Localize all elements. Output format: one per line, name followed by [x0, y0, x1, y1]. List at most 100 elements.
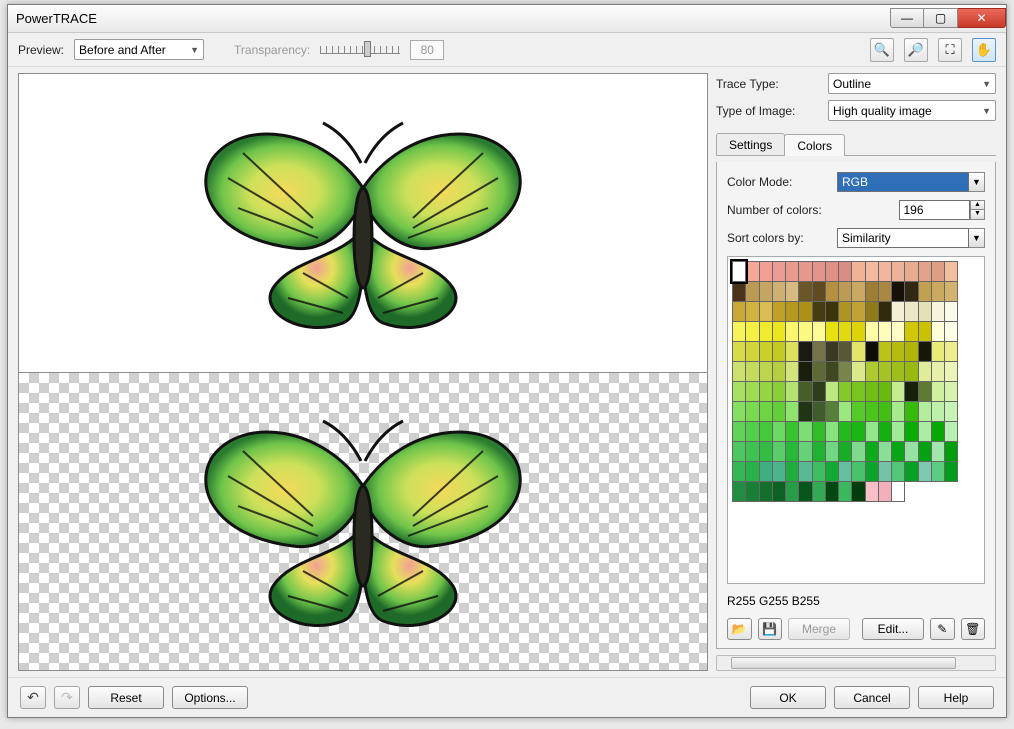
- color-swatch[interactable]: [944, 461, 958, 482]
- color-swatch[interactable]: [785, 401, 799, 422]
- edit-button[interactable]: Edit...: [862, 618, 924, 640]
- color-swatch[interactable]: [944, 441, 958, 462]
- before-pane[interactable]: [19, 74, 707, 372]
- sort-by-arrow[interactable]: ▼: [969, 228, 985, 248]
- color-swatch[interactable]: [759, 381, 773, 402]
- color-swatch[interactable]: [944, 301, 958, 322]
- color-swatch[interactable]: [918, 301, 932, 322]
- color-mode-arrow[interactable]: ▼: [969, 172, 985, 192]
- color-swatch[interactable]: [798, 481, 812, 502]
- color-swatch[interactable]: [759, 421, 773, 442]
- color-swatch[interactable]: [838, 281, 852, 302]
- color-swatch[interactable]: [759, 441, 773, 462]
- color-swatch[interactable]: [865, 401, 879, 422]
- color-swatch[interactable]: [812, 321, 826, 342]
- color-swatch[interactable]: [878, 281, 892, 302]
- color-swatch[interactable]: [931, 461, 945, 482]
- num-colors-spinner[interactable]: ▲▼: [970, 200, 985, 220]
- options-button[interactable]: Options...: [172, 686, 248, 709]
- color-swatch[interactable]: [825, 341, 839, 362]
- ok-button[interactable]: OK: [750, 686, 826, 709]
- color-swatch[interactable]: [891, 481, 905, 502]
- color-swatch[interactable]: [732, 481, 746, 502]
- color-swatch[interactable]: [918, 381, 932, 402]
- color-swatch[interactable]: [931, 441, 945, 462]
- color-swatch[interactable]: [785, 421, 799, 442]
- color-swatch[interactable]: [759, 481, 773, 502]
- color-swatch[interactable]: [891, 461, 905, 482]
- color-swatch[interactable]: [772, 401, 786, 422]
- color-swatch[interactable]: [878, 261, 892, 282]
- color-swatch[interactable]: [931, 281, 945, 302]
- color-swatch[interactable]: [931, 421, 945, 442]
- color-swatch[interactable]: [904, 341, 918, 362]
- color-swatch[interactable]: [891, 441, 905, 462]
- color-swatch[interactable]: [812, 301, 826, 322]
- color-swatch[interactable]: [865, 261, 879, 282]
- color-swatch[interactable]: [812, 381, 826, 402]
- color-swatch[interactable]: [798, 461, 812, 482]
- trace-type-combo[interactable]: Outline▼: [828, 73, 996, 94]
- color-swatch[interactable]: [944, 261, 958, 282]
- color-swatch[interactable]: [745, 401, 759, 422]
- color-swatch[interactable]: [931, 261, 945, 282]
- color-swatch[interactable]: [772, 461, 786, 482]
- color-swatch[interactable]: [732, 301, 746, 322]
- color-swatch[interactable]: [772, 301, 786, 322]
- color-swatch[interactable]: [825, 281, 839, 302]
- color-swatch[interactable]: [851, 481, 865, 502]
- color-swatch[interactable]: [785, 281, 799, 302]
- color-swatch[interactable]: [904, 361, 918, 382]
- color-swatch[interactable]: [825, 441, 839, 462]
- color-swatch[interactable]: [891, 301, 905, 322]
- eyedropper-icon[interactable]: ✎: [930, 618, 955, 640]
- color-swatch[interactable]: [838, 461, 852, 482]
- color-swatch[interactable]: [745, 361, 759, 382]
- color-swatch[interactable]: [838, 321, 852, 342]
- color-swatch[interactable]: [865, 321, 879, 342]
- color-swatch[interactable]: [759, 341, 773, 362]
- color-swatch[interactable]: [732, 361, 746, 382]
- color-swatch[interactable]: [798, 381, 812, 402]
- color-swatch[interactable]: [904, 261, 918, 282]
- color-swatch[interactable]: [732, 381, 746, 402]
- color-palette[interactable]: [727, 256, 985, 584]
- undo-button[interactable]: ↶: [20, 686, 46, 709]
- color-swatch[interactable]: [732, 261, 746, 282]
- save-palette-icon[interactable]: 💾: [758, 618, 783, 640]
- color-swatch[interactable]: [878, 381, 892, 402]
- color-swatch[interactable]: [785, 321, 799, 342]
- color-swatch[interactable]: [745, 261, 759, 282]
- type-of-image-combo[interactable]: High quality image▼: [828, 100, 996, 121]
- color-swatch[interactable]: [825, 361, 839, 382]
- color-swatch[interactable]: [732, 281, 746, 302]
- color-swatch[interactable]: [772, 381, 786, 402]
- color-swatch[interactable]: [812, 361, 826, 382]
- color-swatch[interactable]: [785, 381, 799, 402]
- color-swatch[interactable]: [772, 441, 786, 462]
- color-swatch[interactable]: [812, 401, 826, 422]
- color-swatch[interactable]: [931, 341, 945, 362]
- color-swatch[interactable]: [918, 281, 932, 302]
- after-pane[interactable]: [19, 372, 707, 671]
- color-swatch[interactable]: [878, 341, 892, 362]
- color-swatch[interactable]: [772, 341, 786, 362]
- color-swatch[interactable]: [785, 301, 799, 322]
- color-swatch[interactable]: [904, 441, 918, 462]
- color-swatch[interactable]: [732, 321, 746, 342]
- color-swatch[interactable]: [944, 341, 958, 362]
- color-swatch[interactable]: [838, 341, 852, 362]
- reset-button[interactable]: Reset: [88, 686, 164, 709]
- color-swatch[interactable]: [918, 441, 932, 462]
- color-swatch[interactable]: [865, 441, 879, 462]
- color-swatch[interactable]: [798, 341, 812, 362]
- color-swatch[interactable]: [785, 341, 799, 362]
- color-swatch[interactable]: [785, 461, 799, 482]
- color-swatch[interactable]: [825, 481, 839, 502]
- color-swatch[interactable]: [798, 441, 812, 462]
- color-swatch[interactable]: [918, 461, 932, 482]
- color-swatch[interactable]: [865, 461, 879, 482]
- close-button[interactable]: ✕: [958, 8, 1006, 28]
- color-swatch[interactable]: [904, 421, 918, 442]
- color-swatch[interactable]: [931, 361, 945, 382]
